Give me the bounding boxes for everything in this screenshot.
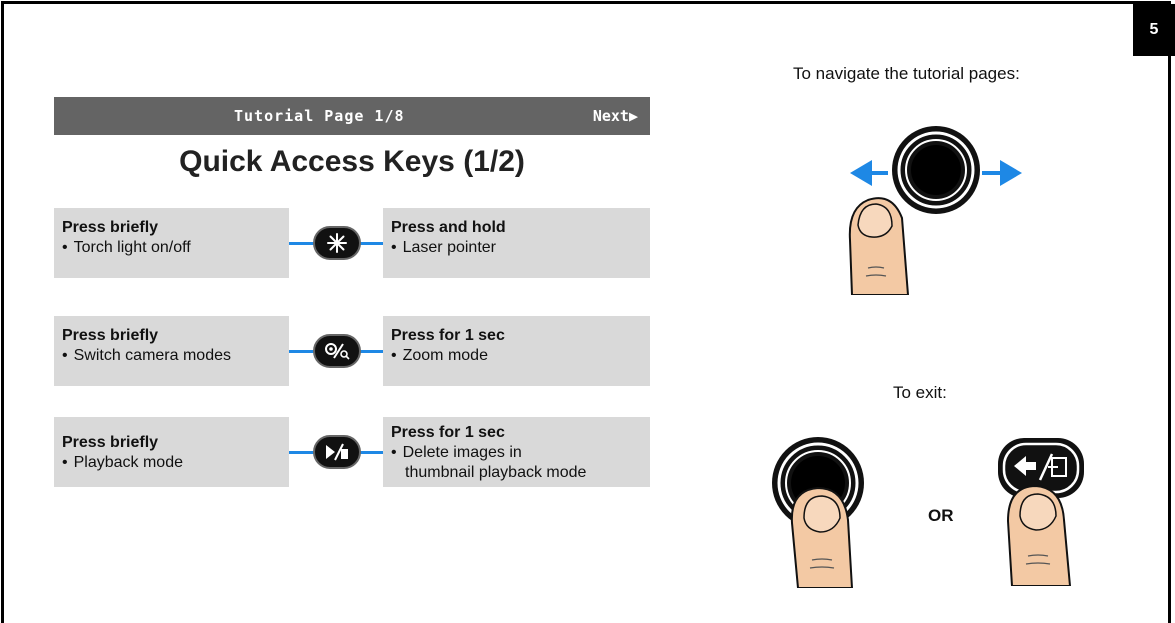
- right-heading: Press for 1 sec: [391, 327, 505, 344]
- left-cell: Press briefly Torch light on/off: [54, 208, 289, 278]
- right-heading: Press and hold: [391, 219, 506, 236]
- screen-header: Tutorial Page 1/8 Next▶: [54, 97, 650, 135]
- tutorial-page-label: Tutorial Page 1/8: [234, 107, 405, 125]
- left-item: Playback mode: [62, 453, 281, 473]
- next-page-label: Next▶: [592, 107, 638, 125]
- torch-key-icon: [313, 226, 361, 260]
- left-heading: Press briefly: [62, 434, 159, 451]
- left-heading: Press briefly: [62, 219, 159, 236]
- tutorial-screen: Tutorial Page 1/8 Next▶ Quick Access Key…: [54, 97, 650, 517]
- left-item: Torch light on/off: [62, 238, 281, 258]
- left-arrow-icon: [850, 160, 888, 186]
- left-cell: Press briefly Playback mode: [54, 417, 289, 487]
- exit-joystick-illustration: [772, 437, 864, 588]
- key-row-playback: Press briefly Playback mode Press for 1 …: [54, 417, 650, 487]
- right-item-continuation: thumbnail playback mode: [405, 464, 587, 481]
- key-row-torch: Press briefly Torch light on/off Press a…: [54, 208, 650, 278]
- thumb-icon: [1006, 484, 1072, 586]
- page-number: 5: [1149, 21, 1159, 38]
- left-item: Switch camera modes: [62, 346, 281, 366]
- joystick-icon: [892, 126, 980, 214]
- thumb-icon: [790, 486, 854, 588]
- right-item: Zoom mode: [391, 346, 642, 366]
- left-heading: Press briefly: [62, 327, 159, 344]
- right-cell: Press and hold Laser pointer: [383, 208, 650, 278]
- page-number-tab: 5: [1133, 4, 1175, 56]
- camera-zoom-key-icon: [313, 334, 361, 368]
- navigate-caption: To navigate the tutorial pages:: [793, 64, 1020, 83]
- right-item: Delete images in: [391, 443, 642, 463]
- key-row-camera: Press briefly Switch camera modes Press …: [54, 316, 650, 386]
- right-item: Laser pointer: [391, 238, 642, 258]
- exit-back-key-illustration: [998, 438, 1084, 586]
- right-cell: Press for 1 sec Delete images in thumbna…: [383, 417, 650, 487]
- thumb-icon: [848, 197, 910, 295]
- or-label: OR: [928, 506, 954, 525]
- playback-delete-key-icon: [313, 435, 361, 469]
- left-cell: Press briefly Switch camera modes: [54, 316, 289, 386]
- right-heading: Press for 1 sec: [391, 424, 505, 441]
- screen-title: Quick Access Keys (1/2): [179, 145, 525, 178]
- right-cell: Press for 1 sec Zoom mode: [383, 316, 650, 386]
- right-arrow-icon: [982, 160, 1022, 186]
- exit-caption: To exit:: [893, 383, 947, 402]
- navigate-illustration: [848, 126, 1022, 295]
